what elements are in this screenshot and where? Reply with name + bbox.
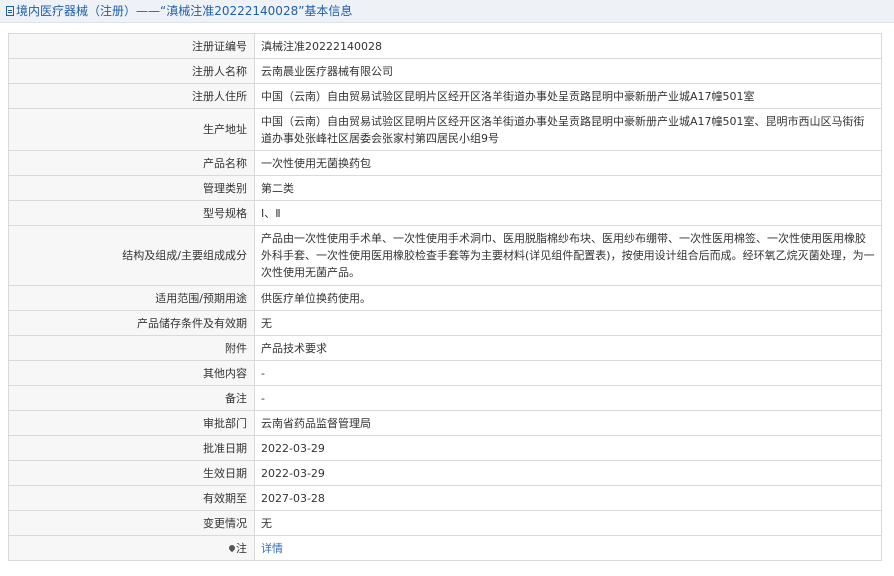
details-link[interactable]: 详情 — [261, 542, 283, 555]
table-row: 产品名称 一次性使用无菌换药包 — [8, 150, 882, 176]
table-row: 生产地址 中国（云南）自由贸易试验区昆明片区经开区洛羊街道办事处呈贡路昆明中豪新… — [8, 108, 882, 151]
row-label: 产品名称 — [8, 150, 255, 176]
row-value: 供医疗单位换药使用。 — [254, 285, 882, 311]
row-label: 管理类别 — [8, 175, 255, 201]
info-table: 注册证编号 滇械注准20222140028 注册人名称 云南晨业医疗器械有限公司… — [8, 33, 882, 561]
info-table-container: 注册证编号 滇械注准20222140028 注册人名称 云南晨业医疗器械有限公司… — [8, 33, 882, 561]
note-value-cell: 详情 — [254, 535, 882, 561]
header-title: “滇械注准20222140028”基本信息 — [160, 4, 353, 18]
row-label: 变更情况 — [8, 510, 255, 536]
table-row: 批准日期 2022-03-29 — [8, 435, 882, 461]
row-value: 2027-03-28 — [254, 485, 882, 511]
table-row: 生效日期 2022-03-29 — [8, 460, 882, 486]
row-value: 一次性使用无菌换药包 — [254, 150, 882, 176]
table-row: 变更情况 无 — [8, 510, 882, 536]
row-value: 云南晨业医疗器械有限公司 — [254, 58, 882, 84]
table-row: 适用范围/预期用途 供医疗单位换药使用。 — [8, 285, 882, 311]
document-icon — [6, 6, 14, 16]
row-value: 第二类 — [254, 175, 882, 201]
row-value: 产品技术要求 — [254, 335, 882, 361]
row-label: 生效日期 — [8, 460, 255, 486]
row-value: 中国（云南）自由贸易试验区昆明片区经开区洛羊街道办事处呈贡路昆明中豪新册产业城A… — [254, 108, 882, 151]
table-row: 备注 - — [8, 385, 882, 411]
table-row: 注册人名称 云南晨业医疗器械有限公司 — [8, 58, 882, 84]
row-label: 附件 — [8, 335, 255, 361]
row-value: 产品由一次性使用手术单、一次性使用手术洞巾、医用脱脂棉纱布块、医用纱布绷带、一次… — [254, 225, 882, 286]
row-label: 审批部门 — [8, 410, 255, 436]
row-value: - — [254, 360, 882, 386]
table-row: 产品储存条件及有效期 无 — [8, 310, 882, 336]
table-row: 其他内容 - — [8, 360, 882, 386]
row-label: 有效期至 — [8, 485, 255, 511]
row-label: 型号规格 — [8, 200, 255, 226]
row-value: 2022-03-29 — [254, 435, 882, 461]
row-label: 其他内容 — [8, 360, 255, 386]
row-value: 无 — [254, 310, 882, 336]
table-row: 注册人住所 中国（云南）自由贸易试验区昆明片区经开区洛羊街道办事处呈贡路昆明中豪… — [8, 83, 882, 109]
row-label: 备注 — [8, 385, 255, 411]
row-value: Ⅰ、Ⅱ — [254, 200, 882, 226]
row-value: 2022-03-29 — [254, 460, 882, 486]
table-row: 注册证编号 滇械注准20222140028 — [8, 33, 882, 59]
row-label: 注册证编号 — [8, 33, 255, 59]
row-label: 产品储存条件及有效期 — [8, 310, 255, 336]
row-label: 注册人住所 — [8, 83, 255, 109]
header-prefix: 境内医疗器械（注册）—— — [16, 4, 161, 18]
table-row: 结构及组成/主要组成成分 产品由一次性使用手术单、一次性使用手术洞巾、医用脱脂棉… — [8, 225, 882, 286]
table-row: 型号规格 Ⅰ、Ⅱ — [8, 200, 882, 226]
note-row: 注 详情 — [8, 535, 882, 561]
row-value: 云南省药品监督管理局 — [254, 410, 882, 436]
table-row: 管理类别 第二类 — [8, 175, 882, 201]
row-value: 无 — [254, 510, 882, 536]
note-label-cell: 注 — [8, 535, 255, 561]
row-label: 批准日期 — [8, 435, 255, 461]
row-label: 生产地址 — [8, 108, 255, 151]
note-label: 注 — [236, 541, 247, 555]
table-row: 附件 产品技术要求 — [8, 335, 882, 361]
row-value: - — [254, 385, 882, 411]
table-row: 有效期至 2027-03-28 — [8, 485, 882, 511]
page-header: 境内医疗器械（注册）——“滇械注准20222140028”基本信息 — [0, 0, 894, 23]
page: 境内医疗器械（注册）——“滇械注准20222140028”基本信息 注册证编号 … — [0, 0, 894, 576]
map-pin-icon — [227, 543, 237, 552]
table-row: 审批部门 云南省药品监督管理局 — [8, 410, 882, 436]
row-label: 注册人名称 — [8, 58, 255, 84]
row-label: 结构及组成/主要组成成分 — [8, 225, 255, 286]
row-value: 中国（云南）自由贸易试验区昆明片区经开区洛羊街道办事处呈贡路昆明中豪新册产业城A… — [254, 83, 882, 109]
row-value: 滇械注准20222140028 — [254, 33, 882, 59]
row-label: 适用范围/预期用途 — [8, 285, 255, 311]
